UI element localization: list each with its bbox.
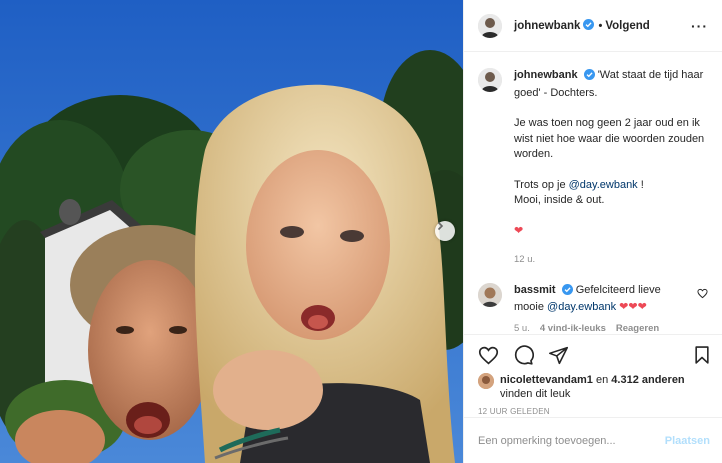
caption-body: johnewbank 'Wat staat de tijd haar goed'… (514, 68, 708, 268)
following-button[interactable]: Volgend (605, 20, 650, 32)
comments-list[interactable]: johnewbank 'Wat staat de tijd haar goed'… (464, 52, 722, 334)
post-modal: johnewbank • Volgend ··· johnewbank 'Wat… (0, 0, 722, 463)
mention-link[interactable]: @day.ewbank (569, 179, 638, 191)
caption-p3-prefix: Trots op je (514, 178, 569, 191)
next-photo-button[interactable] (435, 221, 455, 241)
likes-summary: nicolettevandam1 en 4.312 anderen vinden… (478, 373, 712, 401)
commenter-username[interactable]: bassmit (514, 284, 556, 296)
likes-count[interactable]: 4.312 anderen (611, 374, 684, 386)
comment-icon[interactable] (513, 344, 534, 366)
caption-username[interactable]: johnewbank (514, 69, 578, 81)
verified-icon (583, 18, 595, 33)
verified-icon (561, 283, 573, 301)
heart-icon[interactable] (478, 345, 499, 366)
bookmark-icon[interactable] (692, 345, 712, 365)
avatar-image (478, 282, 502, 307)
commenter-avatar[interactable] (478, 282, 502, 307)
photo-illustration (0, 0, 463, 463)
caption-time[interactable]: 12 u. (514, 252, 708, 268)
avatar-image (478, 13, 502, 38)
comment-item: bassmit Gefelciteerd lieve mooie @day.ew… (478, 282, 708, 335)
reply-button[interactable]: Reageren (616, 321, 659, 335)
heart-emoji: ❤ (514, 224, 524, 237)
liker-avatar[interactable] (478, 373, 494, 389)
comment-time[interactable]: 5 u. (514, 321, 530, 335)
post-timestamp[interactable]: 12 UUR GELEDEN (478, 407, 712, 416)
post-photo[interactable] (0, 0, 463, 463)
author-avatar[interactable] (478, 13, 502, 38)
mention-link[interactable]: @day.ewbank (547, 301, 616, 313)
author-username[interactable]: johnewbank (514, 20, 580, 32)
heart-emojis: ❤❤❤ (619, 301, 647, 313)
comment-like-icon[interactable] (697, 288, 708, 302)
more-icon[interactable]: ··· (687, 18, 712, 34)
likes-suffix: vinden dit leuk (500, 388, 571, 400)
likes-connector: en (592, 374, 612, 386)
caption-paragraph2: Je was toen nog geen 2 jaar oud en ik wi… (514, 117, 705, 160)
add-comment-bar: Plaatsen (464, 417, 722, 463)
comment-body: bassmit Gefelciteerd lieve mooie @day.ew… (514, 283, 684, 335)
liker-username[interactable]: nicolettevandam1 (500, 374, 593, 386)
caption: johnewbank 'Wat staat de tijd haar goed'… (478, 68, 708, 268)
caption-p3-line2: Mooi, inside & out. (514, 194, 605, 206)
avatar-image (478, 68, 502, 92)
chevron-right-icon (437, 221, 444, 231)
avatar-image (478, 373, 494, 389)
verified-icon (583, 69, 595, 86)
action-bar: nicolettevandam1 en 4.312 anderen vinden… (464, 334, 722, 416)
separator-dot: • (598, 19, 603, 32)
caption-avatar[interactable] (478, 68, 502, 92)
post-header: johnewbank • Volgend ··· (464, 0, 722, 52)
caption-p3-suffix: ! (637, 178, 644, 191)
comment-likes[interactable]: 4 vind-ik-leuks (540, 321, 606, 335)
share-icon[interactable] (548, 345, 569, 366)
comment-meta: 5 u. 4 vind-ik-leuks Reageren (514, 321, 684, 335)
post-comment-button[interactable]: Plaatsen (665, 435, 710, 447)
comment-input[interactable] (478, 434, 665, 447)
post-side-panel: johnewbank • Volgend ··· johnewbank 'Wat… (463, 0, 722, 463)
